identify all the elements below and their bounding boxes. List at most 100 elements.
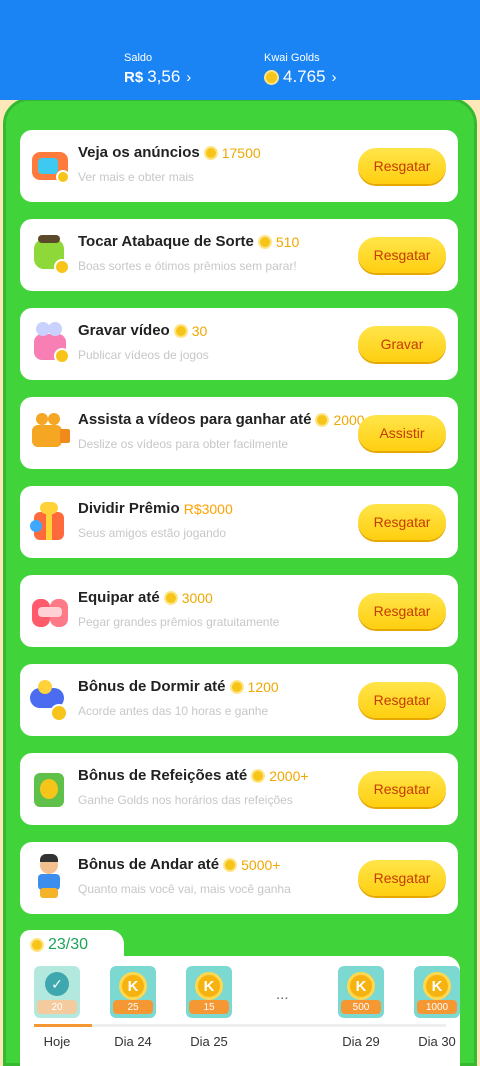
balance-label: Saldo [124, 52, 153, 64]
check-icon: ✓ [45, 972, 69, 996]
task-card: Bônus de Dormir até 1200 Acorde antes das… [20, 664, 458, 736]
day-29[interactable]: K 500 Dia 29 [338, 966, 384, 1049]
day-reward: 500 [341, 1000, 381, 1014]
task-subtitle: Pegar grandes prêmios gratuitamente [78, 615, 280, 629]
day-today[interactable]: ✓ 20 Hoje [34, 966, 80, 1049]
day-24[interactable]: K 25 Dia 24 [110, 966, 156, 1049]
watch-button[interactable]: Assistir [358, 415, 446, 451]
gold-coin-icon [173, 323, 188, 338]
task-amount: R$3000 [183, 500, 233, 517]
more-days-ellipsis: ... [276, 986, 289, 1003]
meal-icon [28, 765, 74, 811]
gold-coin-icon [315, 412, 330, 427]
task-amount: 3000 [181, 589, 213, 606]
checkin-streak: 23/30 ✓ 20 Hoje K 25 Dia 24 K 15 Dia 25 [20, 930, 460, 1066]
golds-stat[interactable]: Kwai Golds 4.765 › [264, 52, 337, 87]
drum-icon [28, 231, 74, 277]
gold-coin-icon [163, 590, 178, 605]
gold-coin-icon [257, 234, 272, 249]
task-amount: 5000+ [241, 856, 281, 873]
video-camera-icon [28, 409, 74, 455]
task-title: Tocar Atabaque de Sorte [78, 233, 254, 250]
claim-button[interactable]: Resgatar [358, 593, 446, 629]
camera-icon [28, 320, 74, 366]
streak-days: ✓ 20 Hoje K 25 Dia 24 K 15 Dia 25 ... K … [20, 956, 460, 1066]
task-title: Equipar até [78, 589, 160, 606]
day-30[interactable]: K 1000 Dia 30 [414, 966, 460, 1049]
task-amount: 30 [191, 322, 208, 339]
walk-icon [28, 854, 74, 900]
balance-stat[interactable]: Saldo R$ 3,56 › [124, 52, 191, 87]
k-coin-icon: K [347, 972, 375, 1000]
task-subtitle: Boas sortes e ótimos prêmios sem parar! [78, 259, 297, 273]
chevron-right-icon: › [186, 68, 192, 86]
task-card: Bônus de Refeições até 2000+ Ganhe Golds … [20, 753, 458, 825]
task-card: Tocar Atabaque de Sorte 510 Boas sortes e… [20, 219, 458, 291]
claim-button[interactable]: Resgatar [358, 771, 446, 807]
day-reward: 25 [113, 1000, 153, 1014]
streak-progress [34, 1024, 446, 1027]
claim-button[interactable]: Resgatar [358, 148, 446, 184]
task-title: Assista a vídeos para ganhar até [78, 411, 312, 428]
gold-coin-icon [251, 768, 266, 783]
task-amount: 510 [275, 233, 300, 250]
task-amount: 2000+ [269, 767, 309, 784]
day-25[interactable]: K 15 Dia 25 [186, 966, 232, 1049]
day-reward: 1000 [417, 1000, 457, 1014]
gold-coin-icon [229, 679, 244, 694]
day-tile: K 500 [338, 966, 384, 1018]
golds-label: Kwai Golds [264, 52, 320, 64]
task-subtitle: Publicar vídeos de jogos [78, 348, 209, 362]
day-tile: K 1000 [414, 966, 460, 1018]
task-subtitle: Deslize os vídeos para obter facilmente [78, 437, 289, 451]
streak-count: 23/30 [48, 936, 89, 953]
golds-value: 4.765 [283, 67, 326, 86]
k-coin-icon: K [423, 972, 451, 1000]
day-tile: ✓ 20 [34, 966, 80, 1018]
task-card: Veja os anúncios 17500 Ver mais e obter m… [20, 130, 458, 202]
task-title: Bônus de Refeições até [78, 767, 248, 784]
day-label: Dia 25 [190, 1034, 228, 1049]
task-title: Bônus de Dormir até [78, 678, 226, 695]
currency-symbol: R$ [124, 68, 144, 86]
task-amount: 1200 [247, 678, 279, 695]
task-card: Gravar vídeo 30 Publicar vídeos de jogos … [20, 308, 458, 380]
gold-coin-icon [30, 938, 44, 952]
task-subtitle: Seus amigos estão jogando [78, 526, 227, 540]
task-title: Dividir Prêmio [78, 500, 180, 517]
gold-coin-icon [223, 857, 238, 872]
task-subtitle: Acorde antes das 10 horas e ganhe [78, 704, 269, 718]
task-title: Bônus de Andar até [78, 856, 220, 873]
task-card: Assista a vídeos para ganhar até 2000 Des… [20, 397, 458, 469]
k-coin-icon: K [119, 972, 147, 1000]
task-title: Gravar vídeo [78, 322, 170, 339]
day-tile: K 25 [110, 966, 156, 1018]
gift-box-icon [28, 587, 74, 633]
task-amount: 17500 [221, 144, 261, 161]
record-button[interactable]: Gravar [358, 326, 446, 362]
day-tile: K 15 [186, 966, 232, 1018]
task-subtitle: Ver mais e obter mais [78, 170, 195, 184]
task-card: Dividir Prêmio R$3000 Seus amigos estão j… [20, 486, 458, 558]
k-coin-icon: K [195, 972, 223, 1000]
task-title: Veja os anúncios [78, 144, 200, 161]
chevron-right-icon: › [331, 68, 337, 86]
day-label: Dia 30 [418, 1034, 456, 1049]
claim-button[interactable]: Resgatar [358, 682, 446, 718]
claim-button[interactable]: Resgatar [358, 504, 446, 540]
gold-coin-icon [264, 69, 279, 85]
sleep-icon [28, 676, 74, 722]
claim-button[interactable]: Resgatar [358, 860, 446, 896]
day-label: Dia 29 [342, 1034, 380, 1049]
task-subtitle: Quanto mais você vai, mais você ganha [78, 882, 291, 896]
day-reward: 15 [189, 1000, 229, 1014]
task-card: Equipar até 3000 Pegar grandes prêmios gr… [20, 575, 458, 647]
task-subtitle: Ganhe Golds nos horários das refeições [78, 793, 293, 807]
claim-button[interactable]: Resgatar [358, 237, 446, 273]
day-reward: 20 [37, 1000, 77, 1014]
day-label: Dia 24 [114, 1034, 152, 1049]
header: Saldo R$ 3,56 › Kwai Golds 4.765 › [0, 0, 480, 100]
day-label: Hoje [43, 1034, 71, 1049]
task-card: Bônus de Andar até 5000+ Quanto mais você… [20, 842, 458, 914]
balance-value: 3,56 [147, 67, 181, 86]
